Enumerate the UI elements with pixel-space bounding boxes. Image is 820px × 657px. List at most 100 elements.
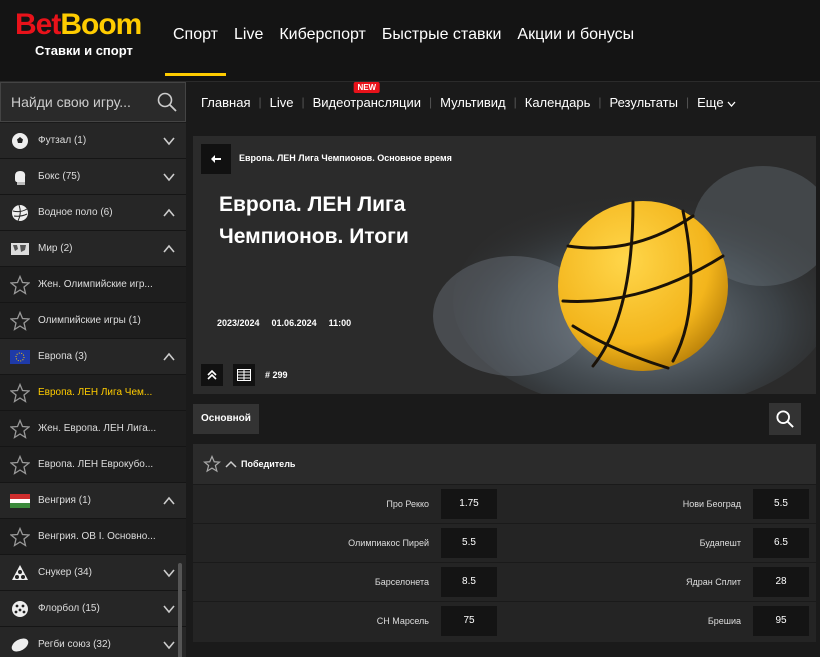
game-search-input[interactable] — [11, 83, 151, 121]
event-banner: Европа. ЛЕН Лига Чемпионов. Основное вре… — [193, 136, 816, 394]
nav-fast-bets[interactable]: Быстрые ставки — [374, 0, 510, 76]
star-icon[interactable] — [10, 310, 30, 331]
outcome-row: Про Рекко 1.75 Нови Београд 5.5 — [193, 484, 816, 522]
sidebar-item[interactable]: Жен. Олимпийские игр... — [0, 267, 186, 303]
subnav-more[interactable]: Еще — [689, 95, 744, 110]
subnav-multiview[interactable]: Мультивид — [432, 95, 514, 110]
star-icon[interactable] — [10, 454, 30, 475]
betboom-logo[interactable]: BetBoom Ставки и спорт — [15, 8, 142, 58]
sidebar-item[interactable]: Бокс (75) — [0, 159, 186, 195]
layout-toggle-button[interactable] — [233, 364, 255, 386]
nav-sport[interactable]: Спорт — [165, 0, 226, 76]
hungary-flag-icon — [10, 493, 30, 508]
nav-promotions[interactable]: Акции и бонусы — [509, 0, 642, 76]
chevron-up-icon[interactable] — [162, 350, 176, 364]
sidebar-item[interactable]: Жен. Европа. ЛЕН Лига... — [0, 411, 186, 447]
sidebar-item[interactable]: Олимпийские игры (1) — [0, 303, 186, 339]
outcome-name: Барселонета — [374, 577, 429, 587]
chevron-up-icon[interactable] — [162, 206, 176, 220]
water-polo-ball-art — [433, 166, 816, 394]
odd-button[interactable]: 75 — [441, 606, 497, 636]
sidebar-item-label: Регби союз (32) — [38, 639, 111, 650]
odd-button[interactable]: 5.5 — [441, 528, 497, 558]
favorite-star-icon[interactable] — [203, 455, 221, 473]
sidebar-item[interactable]: Регби союз (32) — [0, 627, 186, 657]
outcome-name: СН Марсель — [376, 616, 429, 626]
sidebar-item-label: Европа. ЛЕН Еврокубо... — [38, 459, 154, 470]
arrow-left-icon — [211, 155, 221, 163]
top-bar: BetBoom Ставки и спорт Спорт Live Киберс… — [0, 0, 820, 82]
sidebar-item-label: Венгрия. OB I. Основно... — [38, 531, 156, 542]
main-nav: Спорт Live Киберспорт Быстрые ставки Акц… — [165, 0, 642, 76]
subnav-results[interactable]: Результаты — [602, 95, 686, 110]
subnav-main[interactable]: Главная — [193, 95, 258, 110]
collapse-button[interactable] — [201, 364, 223, 386]
sidebar-item-label: Водное поло (6) — [38, 207, 113, 218]
world-map-icon — [11, 242, 29, 255]
sidebar-item[interactable]: Водное поло (6) — [0, 195, 186, 231]
sports-sidebar: Футзал (1) Бокс (75) Водное поло (6) Мир (2… — [0, 123, 186, 657]
outcome-row: Олимпиакос Пирей 5.5 Будапешт 6.5 — [193, 523, 816, 561]
star-icon[interactable] — [10, 382, 30, 403]
outcome-name: Про Рекко — [386, 499, 429, 509]
breadcrumb: Европа. ЛЕН Лига Чемпионов. Основное вре… — [239, 153, 452, 163]
sidebar-item[interactable]: Европа. ЛЕН Еврокубо... — [0, 447, 186, 483]
star-icon[interactable] — [10, 274, 30, 295]
search-icon[interactable] — [157, 92, 177, 112]
chevron-down-icon[interactable] — [162, 134, 176, 148]
outcome-name: Ядран Сплит — [685, 577, 741, 587]
nav-live[interactable]: Live — [226, 0, 271, 76]
logo-tagline: Ставки и спорт — [35, 43, 133, 58]
market-title: Победитель — [241, 459, 296, 469]
chevron-up-icon — [225, 460, 237, 468]
event-number: # 299 — [265, 370, 288, 380]
event-title-line2: Чемпионов. Итоги — [219, 225, 409, 248]
sidebar-item-label: Снукер (34) — [38, 567, 92, 578]
odd-button[interactable]: 6.5 — [753, 528, 809, 558]
odd-button[interactable]: 28 — [753, 567, 809, 597]
star-icon[interactable] — [10, 418, 30, 439]
odd-button[interactable]: 5.5 — [753, 489, 809, 519]
search-icon — [776, 410, 794, 428]
event-title: Европа. ЛЕН Лига Чемпионов. Итоги — [219, 189, 479, 253]
star-icon[interactable] — [10, 526, 30, 547]
sidebar-item-label: Жен. Европа. ЛЕН Лига... — [38, 423, 157, 434]
double-chevron-up-icon — [207, 369, 217, 380]
event-title-line1: Европа. ЛЕН Лига — [219, 193, 406, 216]
subnav-video-label: Видеотрансляции — [312, 94, 421, 110]
sidebar-scrollbar[interactable] — [178, 563, 182, 657]
odd-button[interactable]: 1.75 — [441, 489, 497, 519]
chevron-down-icon[interactable] — [162, 602, 176, 616]
subnav-more-label: Еще — [697, 94, 724, 110]
subnav-live[interactable]: Live — [262, 95, 302, 110]
sidebar-item[interactable]: Венгрия (1) — [0, 483, 186, 519]
sidebar-item[interactable]: Европа. ЛЕН Лига Чем... — [0, 375, 186, 411]
subnav-video[interactable]: Видеотрансляции NEW — [305, 81, 429, 110]
odd-button[interactable]: 8.5 — [441, 567, 497, 597]
chevron-down-icon[interactable] — [162, 638, 176, 652]
back-button[interactable] — [201, 144, 231, 174]
sidebar-item[interactable]: Флорбол (15) — [0, 591, 186, 627]
chevron-up-icon[interactable] — [162, 242, 176, 256]
chevron-up-icon[interactable] — [162, 494, 176, 508]
sidebar-item[interactable]: Снукер (34) — [0, 555, 186, 591]
sidebar-item[interactable]: Европа (3) — [0, 339, 186, 375]
market-header[interactable]: Победитель — [193, 444, 816, 484]
chevron-down-icon[interactable] — [162, 566, 176, 580]
sidebar-item-label: Европа. ЛЕН Лига Чем... — [38, 387, 153, 398]
boxing-glove-icon — [15, 170, 26, 185]
sidebar-item-label: Олимпийские игры (1) — [38, 315, 141, 326]
odd-button[interactable]: 95 — [753, 606, 809, 636]
outcome-name: Олимпиакос Пирей — [348, 538, 429, 548]
nav-esports[interactable]: Киберспорт — [271, 0, 373, 76]
snooker-balls-icon — [12, 564, 28, 580]
game-search — [0, 82, 186, 122]
sidebar-item[interactable]: Мир (2) — [0, 231, 186, 267]
tab-main[interactable]: Основной — [193, 404, 259, 434]
sidebar-item[interactable]: Футзал (1) — [0, 123, 186, 159]
sidebar-item[interactable]: Венгрия. OB I. Основно... — [0, 519, 186, 555]
subnav-calendar[interactable]: Календарь — [517, 95, 599, 110]
chevron-down-icon[interactable] — [162, 170, 176, 184]
outcome-name: Брешиа — [707, 616, 741, 626]
market-search-button[interactable] — [769, 403, 801, 435]
